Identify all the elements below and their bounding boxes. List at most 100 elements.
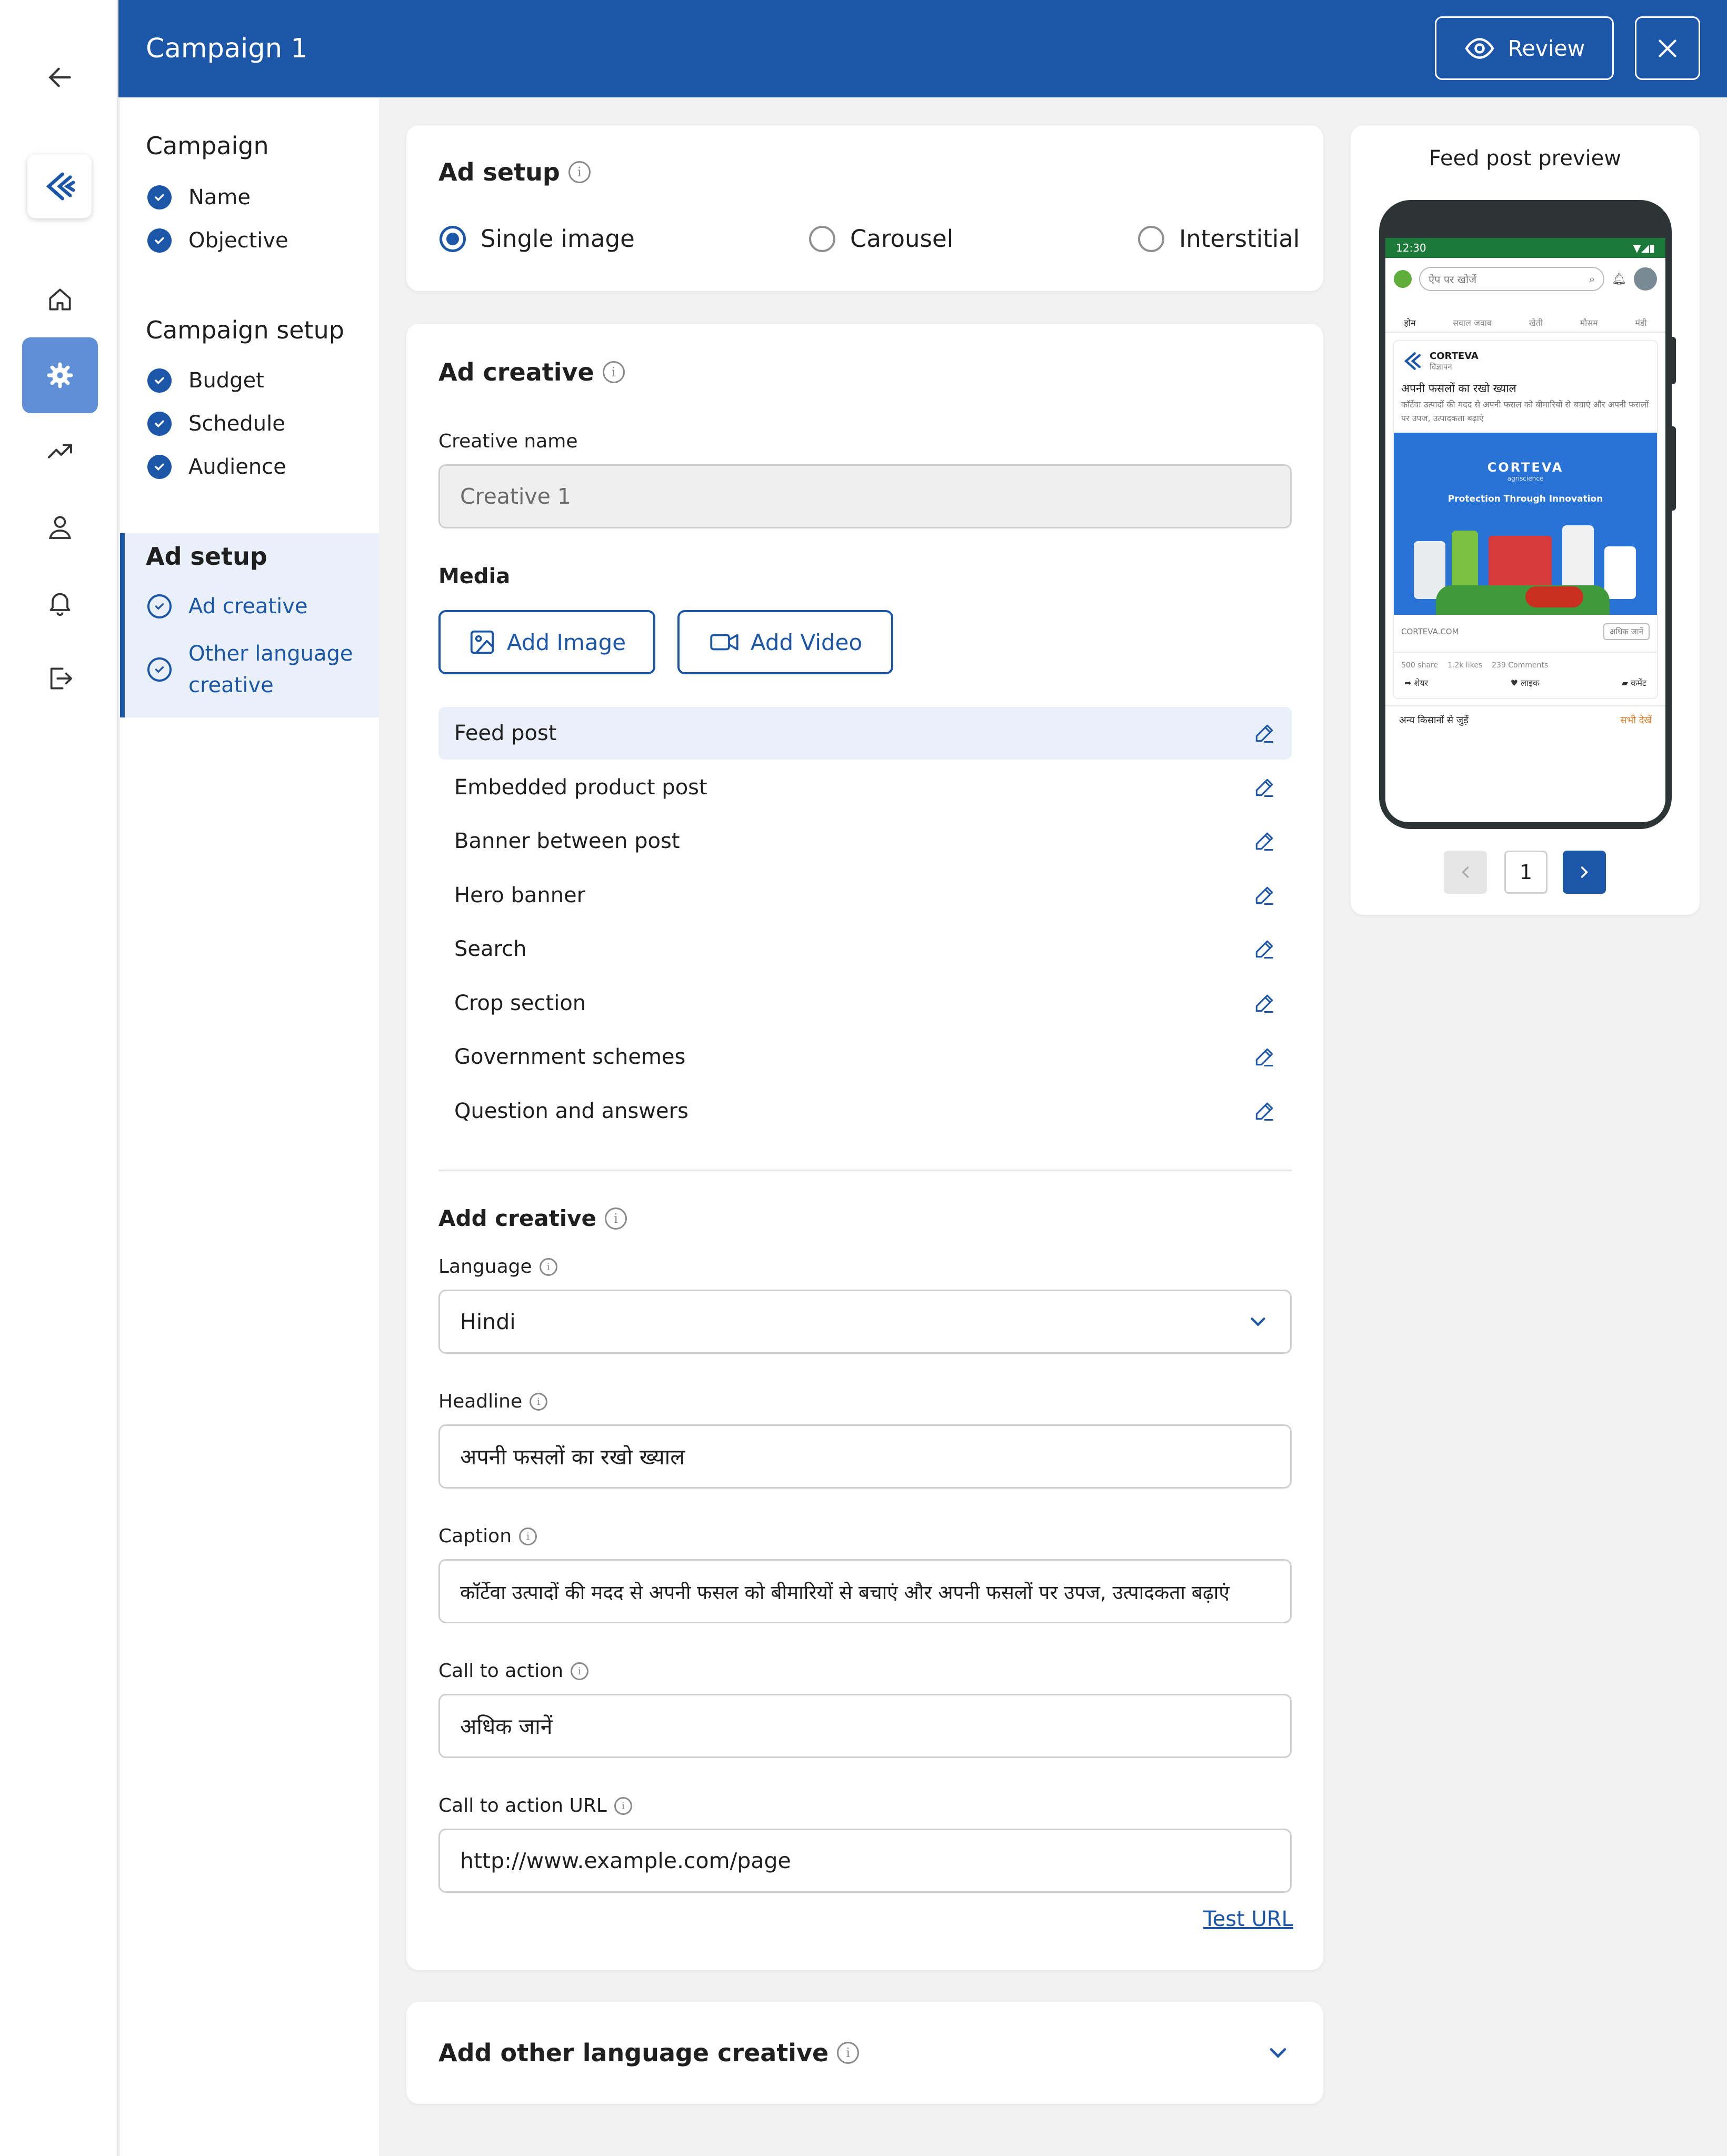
edit-pencil-icon[interactable] <box>1253 992 1276 1015</box>
creative-name-input[interactable]: Creative 1 <box>438 464 1292 528</box>
add-video-button[interactable]: Add Video <box>677 610 893 674</box>
headline-label: Headline i <box>438 1391 548 1412</box>
logout-icon[interactable] <box>22 641 98 716</box>
previous-page-button[interactable] <box>1444 851 1487 894</box>
placement-label: Banner between post <box>454 829 680 853</box>
share-action: ➦ शेयर <box>1404 678 1429 688</box>
headline-input[interactable]: अपनी फसलों का रखो ख्याल <box>438 1424 1292 1489</box>
placement-label: Crop section <box>454 991 586 1015</box>
ad-stats-row: 500 share 1.2k likes 239 Comments <box>1394 653 1657 675</box>
nav-item-label: Objective <box>188 228 288 253</box>
like-action-label: लाइक <box>1521 678 1540 688</box>
nav-item-objective[interactable]: Objective <box>147 228 288 253</box>
phone-tab: सवाल जवाब <box>1453 318 1492 328</box>
ad-caption: कॉर्टेवा उत्पादों की मदद से अपनी फसल को … <box>1401 400 1649 423</box>
nav-item-label: Budget <box>188 368 264 393</box>
info-icon[interactable]: i <box>539 1257 557 1276</box>
info-icon[interactable]: i <box>530 1392 548 1411</box>
info-icon[interactable]: i <box>614 1796 632 1815</box>
trending-chart-icon[interactable] <box>22 413 98 489</box>
caption-input[interactable]: कॉर्टेवा उत्पादों की मदद से अपनी फसल को … <box>438 1559 1292 1623</box>
chevron-right-icon <box>1581 866 1589 878</box>
placement-row[interactable]: Question and answers <box>438 1085 1292 1137</box>
add-image-button[interactable]: Add Image <box>438 610 655 674</box>
phone-screen: 12:30 ▼◢▮ ऐप पर खोजें ⌕ 🔔︎ होम सवाल जवाब ख… <box>1385 238 1665 822</box>
review-button[interactable]: Review <box>1435 16 1614 80</box>
check-circle-icon <box>147 228 172 253</box>
settings-gear-icon[interactable] <box>22 337 98 413</box>
placement-row[interactable]: Crop section <box>438 977 1292 1030</box>
chevron-down-icon[interactable] <box>1264 2039 1292 2067</box>
eye-icon <box>1465 37 1494 59</box>
nav-item-label-line1: Other language <box>188 642 353 666</box>
radio-label: Single image <box>481 225 635 253</box>
language-label: Language i <box>438 1256 557 1277</box>
edit-pencil-icon[interactable] <box>1253 1045 1276 1069</box>
placement-label: Hero banner <box>454 883 586 907</box>
ad-brand: CORTEVA <box>1430 350 1479 362</box>
image-icon <box>470 630 494 654</box>
add-creative-heading: Add creative <box>438 1205 597 1231</box>
back-arrow-icon[interactable] <box>22 39 98 115</box>
nav-section-campaign: Campaign <box>146 132 269 160</box>
search-icon: ⌕ <box>1589 273 1595 285</box>
ad-creative-heading: Ad creative <box>438 358 594 386</box>
radio-single-image[interactable]: Single image <box>440 225 635 253</box>
phone-tab: होम <box>1404 318 1416 328</box>
radio-interstitial[interactable]: Interstitial <box>1138 225 1300 253</box>
placement-row[interactable]: Banner between post <box>438 815 1292 867</box>
phone-tab: मंडी <box>1635 318 1647 328</box>
radio-label: Interstitial <box>1179 225 1300 253</box>
current-page-indicator: 1 <box>1504 851 1548 894</box>
info-icon[interactable]: i <box>837 2042 860 2064</box>
info-icon[interactable]: i <box>602 361 625 383</box>
info-icon[interactable]: i <box>519 1527 537 1545</box>
edit-pencil-icon[interactable] <box>1253 830 1276 853</box>
placement-row[interactable]: Government schemes <box>438 1031 1292 1083</box>
phone-side-button <box>1670 426 1676 511</box>
edit-pencil-icon[interactable] <box>1253 937 1276 961</box>
info-icon[interactable]: i <box>568 161 591 183</box>
nav-item-other-language-creative[interactable]: Other language creative <box>147 638 353 701</box>
placement-row[interactable]: Hero banner <box>438 869 1292 922</box>
ad-likes: 1.2k likes <box>1447 661 1483 670</box>
edit-pencil-icon[interactable] <box>1253 1100 1276 1123</box>
radio-carousel[interactable]: Carousel <box>809 225 953 253</box>
call-to-action-url-input[interactable]: http://www.example.com/page <box>438 1829 1292 1893</box>
edit-pencil-icon[interactable] <box>1253 722 1276 745</box>
divider <box>438 1170 1292 1171</box>
test-url-link[interactable]: Test URL <box>1203 1907 1293 1931</box>
close-icon <box>1659 39 1676 57</box>
nav-item-name[interactable]: Name <box>147 185 251 209</box>
check-circle-icon <box>147 455 172 479</box>
placement-row[interactable]: Feed post <box>438 707 1292 760</box>
nav-item-budget[interactable]: Budget <box>147 368 264 393</box>
info-icon[interactable]: i <box>605 1207 627 1230</box>
nav-item-audience[interactable]: Audience <box>147 455 286 479</box>
close-button[interactable] <box>1635 16 1700 80</box>
bell-icon[interactable] <box>22 565 98 641</box>
info-icon[interactable]: i <box>571 1662 589 1680</box>
nav-item-schedule[interactable]: Schedule <box>147 412 285 436</box>
nav-section-ad-setup: Ad setup <box>146 542 267 571</box>
page-title: Campaign 1 <box>146 33 308 64</box>
like-action: ♥ लाइक <box>1510 678 1540 688</box>
nav-item-ad-creative[interactable]: Ad creative <box>147 594 308 618</box>
language-select[interactable]: Hindi <box>438 1290 1292 1354</box>
placement-label: Feed post <box>454 721 557 745</box>
edit-pencil-icon[interactable] <box>1253 776 1276 799</box>
caption-label-text: Caption <box>438 1525 512 1547</box>
nav-item-label: Audience <box>188 455 286 479</box>
other-language-accordion[interactable]: Add other language creative i <box>406 2002 1323 2104</box>
placement-row[interactable]: Embedded product post <box>438 761 1292 814</box>
placement-row[interactable]: Search <box>438 923 1292 975</box>
call-to-action-input[interactable]: अधिक जानें <box>438 1694 1292 1758</box>
phone-side-button <box>1670 337 1676 384</box>
edit-pencil-icon[interactable] <box>1253 884 1276 907</box>
next-page-button[interactable] <box>1563 851 1606 894</box>
placement-label: Search <box>454 937 527 961</box>
phone-ad-post: CORTEVA विज्ञापन अपनी फसलों का रखो ख्याल … <box>1393 340 1658 699</box>
ad-link-row: CORTEVA.COM अधिक जानें <box>1394 615 1657 653</box>
user-icon[interactable] <box>22 489 98 565</box>
home-icon[interactable] <box>22 262 98 337</box>
